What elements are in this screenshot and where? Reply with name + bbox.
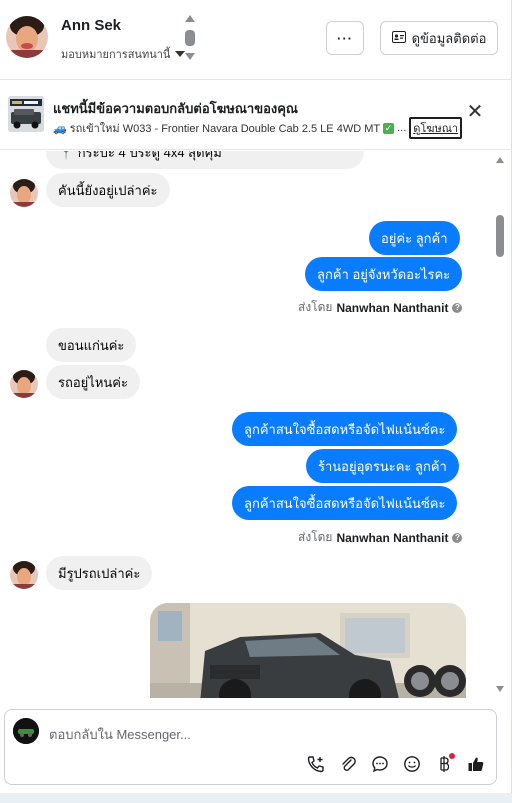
ad-reply-banner: แชทนี้มีข้อความตอบกลับต่อโฆษณาของคุณ 🚙 ร… (0, 80, 512, 150)
ad-name: 🚙 รถเข้าใหม่ W033 - Frontier Navara Doub… (53, 123, 381, 135)
more-options-button[interactable]: ··· (326, 21, 364, 55)
truck-photo-attachment[interactable] (150, 603, 466, 698)
view-ad-link[interactable]: ดูโฆษณา (409, 117, 463, 139)
notification-dot (449, 753, 455, 759)
bottom-edge (0, 793, 512, 803)
message-text: อยู่ค่ะ ลูกค้า (381, 230, 448, 246)
contact-avatar[interactable] (6, 16, 48, 58)
reply-input[interactable]: ตอบกลับใน Messenger... (49, 724, 191, 745)
contact-name[interactable]: Ann Sek (61, 17, 121, 34)
message-text: ลูกค้าสนใจซื้อสดหรือจัดไฟแน้นซ์คะ (244, 421, 446, 437)
scroll-up-icon[interactable] (496, 157, 504, 163)
composer-toolbar (305, 753, 487, 775)
incoming-message: ขอนแก่นค่ะ (46, 328, 137, 362)
outgoing-message: ร้านอยู่อุดรนะคะ ลูกค้า (306, 449, 459, 483)
sender-name: Nanwhan Nanthanit (336, 300, 449, 315)
incoming-message: รถอยู่ไหนค่ะ (46, 365, 140, 399)
outgoing-message: อยู่ค่ะ ลูกค้า (369, 221, 460, 255)
contact-avatar-small (10, 179, 38, 207)
sender-name: Nanwhan Nanthanit (336, 530, 449, 545)
contact-avatar-small (10, 561, 38, 589)
info-icon[interactable]: ? (452, 532, 463, 543)
message-text: มีรูปรถเปล่าค่ะ (58, 565, 141, 581)
incoming-message: คันนี้ยังอยู่เปล่าค่ะ (46, 173, 170, 207)
emoji-icon[interactable] (401, 753, 423, 775)
outgoing-message: ลูกค้า อยู่จังหวัดอะไรคะ (305, 257, 463, 291)
scrollbar-thumb[interactable] (496, 215, 504, 257)
navigator-handle (185, 30, 195, 46)
like-icon[interactable] (465, 753, 487, 775)
page-avatar (13, 718, 39, 744)
message-thread[interactable]: 📍 กระบะ 4 ประตู 4x4 สุดคุ้ม คันนี้ยังอยู… (0, 151, 494, 698)
scroll-down-icon[interactable] (496, 686, 504, 692)
assign-label: มอบหมายการสนทนานี้ (61, 49, 171, 61)
message-composer: ตอบกลับใน Messenger... (4, 709, 497, 785)
info-icon[interactable]: ? (452, 302, 463, 313)
close-icon[interactable]: ✕ (465, 102, 485, 123)
message-text: ลูกค้า อยู่จังหวัดอะไรคะ (317, 266, 451, 282)
chat-scrollbar[interactable] (494, 151, 506, 698)
payment-icon[interactable] (433, 753, 455, 775)
ad-banner-title: แชทนี้มีข้อความตอบกลับต่อโฆษณาของคุณ (53, 101, 298, 116)
chat-bubble-icon[interactable] (369, 753, 391, 775)
sent-by-label: ส่งโดย Nanwhan Nanthanit ? (298, 298, 463, 317)
messenger-chat-panel: Ann Sek มอบหมายการสนทนานี้ ··· ดูข้อมูลต… (0, 0, 512, 803)
view-contact-button[interactable]: ดูข้อมูลติดต่อ (380, 21, 498, 55)
contact-card-icon (391, 30, 406, 46)
arrow-up-icon[interactable] (185, 15, 195, 22)
attachment-icon[interactable] (337, 753, 359, 775)
call-icon[interactable] (305, 753, 327, 775)
sent-by-label: ส่งโดย Nanwhan Nanthanit ? (298, 528, 463, 547)
arrow-down-icon[interactable] (185, 53, 195, 60)
sent-by-prefix: ส่งโดย (298, 300, 333, 314)
ad-ellipsis: ... (397, 122, 407, 134)
ad-thumbnail (8, 96, 44, 132)
ad-banner-subtitle: 🚙 รถเข้าใหม่ W033 - Frontier Navara Doub… (53, 117, 463, 139)
sent-by-prefix: ส่งโดย (298, 530, 333, 544)
message-text: ลูกค้าสนใจซื้อสดหรือจัดไฟแน้นซ์คะ (244, 495, 446, 511)
contact-avatar-small (10, 370, 38, 398)
incoming-message: 📍 กระบะ 4 ประตู 4x4 สุดคุ้ม (46, 151, 364, 169)
message-text: 📍 กระบะ 4 ประตู 4x4 สุดคุ้ม (58, 151, 222, 160)
message-text: คันนี้ยังอยู่เปล่าค่ะ (58, 182, 158, 198)
view-contact-label: ดูข้อมูลติดต่อ (411, 30, 487, 46)
check-icon: ✓ (383, 122, 395, 134)
conversation-header: Ann Sek มอบหมายการสนทนานี้ ··· ดูข้อมูลต… (0, 0, 512, 80)
message-text: รถอยู่ไหนค่ะ (58, 374, 128, 390)
conversation-navigator[interactable] (184, 15, 196, 63)
outgoing-message: ลูกค้าสนใจซื้อสดหรือจัดไฟแน้นซ์คะ (232, 486, 458, 520)
outgoing-message: ลูกค้าสนใจซื้อสดหรือจัดไฟแน้นซ์คะ (232, 412, 458, 446)
assign-conversation-dropdown[interactable]: มอบหมายการสนทนานี้ (61, 45, 186, 63)
message-text: ร้านอยู่อุดรนะคะ ลูกค้า (318, 458, 447, 474)
incoming-message: มีรูปรถเปล่าค่ะ (46, 556, 153, 590)
message-text: ขอนแก่นค่ะ (58, 337, 125, 353)
